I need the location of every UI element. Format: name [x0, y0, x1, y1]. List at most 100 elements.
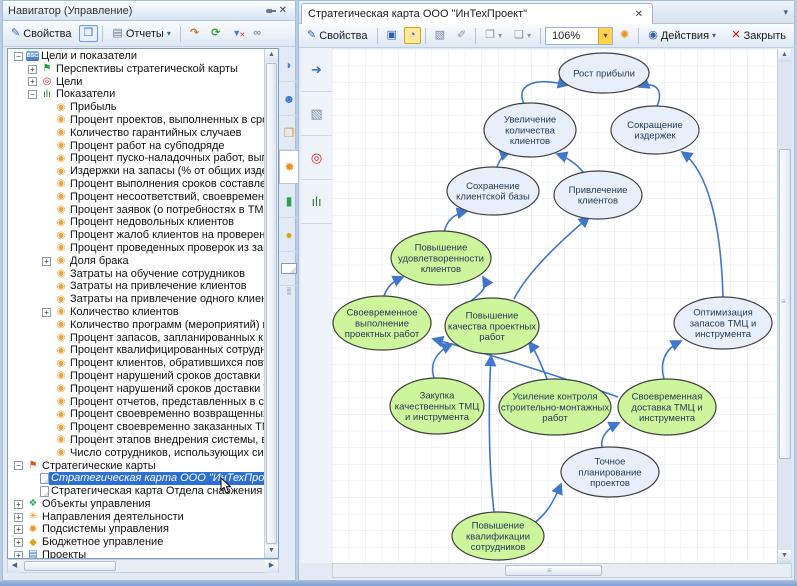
refresh-button[interactable]: ⟳ [206, 25, 225, 42]
expand-icon[interactable]: + [42, 257, 51, 266]
tree-item[interactable]: +⚑Перспективы стратегической карты [8, 63, 264, 76]
tree-item[interactable]: +✺Подсистемы управления [8, 523, 264, 536]
side-tab-users[interactable]: ☻ [279, 82, 299, 116]
image-button[interactable]: ▧ [430, 27, 450, 44]
map-node-sokr[interactable]: Сокращениеиздержек [611, 106, 699, 154]
tree-horizontal-scrollbar[interactable]: ◀ ▶ [7, 559, 279, 573]
tree-item[interactable]: +✳Направления деятельности [8, 511, 264, 524]
map-node-optim[interactable]: Оптимизациязапасов ТМЦ иинструмента [674, 297, 772, 349]
zoom-dropdown-icon[interactable]: ▾ [598, 28, 612, 44]
tree-item[interactable]: ◉Процент запасов, запланированных к выда… [8, 332, 264, 345]
tree-vertical-scrollbar[interactable]: ▲ ▼ [264, 49, 278, 558]
tree-item[interactable]: ◉Процент жалоб клиентов на проверенные р… [8, 229, 264, 242]
tool-image-export-button[interactable]: ▧ [301, 92, 332, 136]
tree-item[interactable]: −BSCЦели и показатели [8, 50, 264, 63]
scroll-up-icon[interactable]: ▲ [265, 49, 278, 62]
strategy-map-canvas[interactable]: Рост прибылиУвеличениеколичестваклиентов… [332, 49, 777, 563]
expand-icon[interactable]: + [28, 65, 37, 74]
tree-item[interactable]: ◉Процент квалифицированных сотрудников [8, 344, 264, 357]
auto-update-toggle[interactable]: ◔ [404, 27, 421, 44]
side-tab-book[interactable]: ▮ [279, 184, 299, 218]
tree-item[interactable]: ◉Процент этапов внедрения системы, выпол… [8, 434, 264, 447]
side-tab-crescent[interactable]: ◗ [279, 48, 299, 82]
tree-item[interactable]: +◉Количество клиентов [8, 306, 264, 319]
actions-button[interactable]: ◉ Действия ▾ [643, 27, 721, 45]
expand-icon[interactable]: + [14, 551, 23, 558]
expand-icon[interactable]: + [14, 538, 23, 547]
tree-item[interactable]: ◉Издержки на запасы (% от общих издержек… [8, 165, 264, 178]
diagram-hscroll-thumb[interactable] [505, 565, 602, 576]
tree-item[interactable]: ◉Процент своевременно возвращенных непра [8, 408, 264, 421]
diagram-horizontal-scrollbar[interactable]: ≡ [332, 563, 792, 578]
expand-icon[interactable]: + [14, 525, 23, 534]
expand-icon[interactable]: + [42, 308, 51, 317]
open-in-window-button[interactable]: ❒ [79, 25, 99, 42]
scroll-right-icon[interactable]: ▶ [265, 560, 278, 573]
properties-button[interactable]: ✎ Свойства [302, 27, 373, 45]
tree-item[interactable]: ◉Затраты на привлечение клиентов [8, 280, 264, 293]
tree-item[interactable]: ◉Количество гарантийных случаев [8, 127, 264, 140]
tree-item[interactable]: Стратегическая карта ООО "ИнТехПроект" [8, 472, 264, 485]
navigator-close-button[interactable]: ✕ [276, 5, 290, 16]
tree-item[interactable]: Стратегическая карта Отдела снабжения [8, 485, 264, 498]
arrange-button-2[interactable]: ❏ ▾ [509, 27, 536, 44]
fit-button[interactable]: ✺ [615, 27, 634, 44]
tree-item[interactable]: ◉Процент пуско-наладочных работ, выполне… [8, 152, 264, 165]
tree-item[interactable]: ◉Процент клиентов, обратившихся повторно [8, 357, 264, 370]
properties-button[interactable]: ✎ Свойства [6, 25, 77, 43]
tree-item[interactable]: ◉Затраты на привлечение одного клиента [8, 293, 264, 306]
pin-icon[interactable] [266, 6, 276, 16]
side-tab-grip[interactable]: ≡≡ [279, 288, 299, 296]
tree-vscroll-thumb[interactable] [266, 63, 277, 544]
map-node-sohr[interactable]: Сохранениеклиентской базы [447, 167, 539, 215]
tool-chart-button[interactable]: ılı [301, 180, 332, 224]
tree-item[interactable]: ◉Процент нарушений сроков доставки инстр… [8, 370, 264, 383]
brush-button[interactable]: ✐ [452, 27, 471, 44]
tree-item[interactable]: ◉Процент проектов, выполненных в срок [8, 114, 264, 127]
tool-pointer-button[interactable]: ➜ [301, 48, 332, 92]
map-node-privl[interactable]: Привлечениеклиентов [554, 171, 642, 219]
tool-goal-button[interactable]: ◎ [301, 136, 332, 180]
map-node-usil[interactable]: Усиление контролястроительно-монтажныхра… [499, 379, 611, 435]
tree-item[interactable]: ◉Процент своевременно заказанных ТМЦ и и [8, 421, 264, 434]
save-button[interactable]: ▣ [382, 27, 402, 44]
tree-hscroll-thumb[interactable] [24, 561, 116, 571]
map-node-kvalif[interactable]: Повышениеквалификациисотрудников [452, 512, 544, 560]
map-node-udovl[interactable]: Повышениеудовлетворенностиклиентов [391, 231, 491, 285]
map-node-zakup[interactable]: Закупкакачественных ТМЦи инструмента [390, 378, 484, 434]
tree-item[interactable]: ◉Процент нарушений сроков доставки ТМЦ [8, 383, 264, 396]
close-button[interactable]: ✕ Закрыть [726, 27, 791, 45]
clear-filter-button[interactable]: ▼ ✕ [227, 26, 246, 41]
tree-item[interactable]: +▤Проекты [8, 549, 264, 558]
tree-item[interactable]: ◉Затраты на обучение сотрудников [8, 268, 264, 281]
reports-button[interactable]: ▤ Отчеты ▾ [107, 25, 175, 43]
document-tab[interactable]: Стратегическая карта ООО "ИнТехПроект" ✕ [301, 3, 653, 24]
side-tab-coins[interactable]: ● [279, 218, 299, 252]
map-node-svoev[interactable]: Своевременноевыполнениепроектных работ [333, 296, 431, 350]
scroll-down-icon[interactable]: ▼ [265, 545, 278, 558]
map-node-dost[interactable]: Своевременнаядоставка ТМЦ иинструмента [618, 379, 716, 435]
map-node-rost[interactable]: Рост прибыли [559, 53, 649, 93]
arrange-button-1[interactable]: ❐ ▾ [480, 27, 507, 44]
tree-item[interactable]: ◉Процент несоответствий, своевременно до… [8, 191, 264, 204]
tab-close-icon[interactable]: ✕ [632, 9, 646, 20]
diagram-vertical-scrollbar[interactable]: ▲ ≡ ▼ [777, 49, 792, 563]
tree-item[interactable]: ◉Процент отчетов, представленных в срок [8, 396, 264, 409]
tree-item[interactable]: ◉Процент работ на субподряде [8, 140, 264, 153]
tree-item[interactable]: ◉Процент проведенных проверок из заплани… [8, 242, 264, 255]
scroll-up-icon[interactable]: ▲ [778, 49, 791, 62]
side-tab-target[interactable]: ✹ [279, 150, 299, 184]
zoom-combobox[interactable]: 106% ▾ [545, 27, 613, 45]
tree-item[interactable]: −⚑Стратегические карты [8, 460, 264, 473]
tree-item[interactable]: +◉Доля брака [8, 255, 264, 268]
scroll-down-icon[interactable]: ▼ [778, 550, 791, 563]
scroll-left-icon[interactable]: ◀ [8, 560, 21, 573]
tree-item[interactable]: ◉Количество программ (мероприятий) по по… [8, 319, 264, 332]
map-node-kach[interactable]: Повышениекачества проектныхработ [445, 298, 539, 354]
collapse-icon[interactable]: − [14, 52, 23, 61]
tree-item[interactable]: ◉Процент заявок (о потребностях в ТМЦ и … [8, 204, 264, 217]
collapse-icon[interactable]: − [28, 90, 37, 99]
tree-item[interactable]: ◉Процент выполнения сроков составления п… [8, 178, 264, 191]
side-tab-folder[interactable]: ❒ [279, 116, 299, 150]
tab-list-chevron-icon[interactable]: ▾ [783, 7, 788, 18]
